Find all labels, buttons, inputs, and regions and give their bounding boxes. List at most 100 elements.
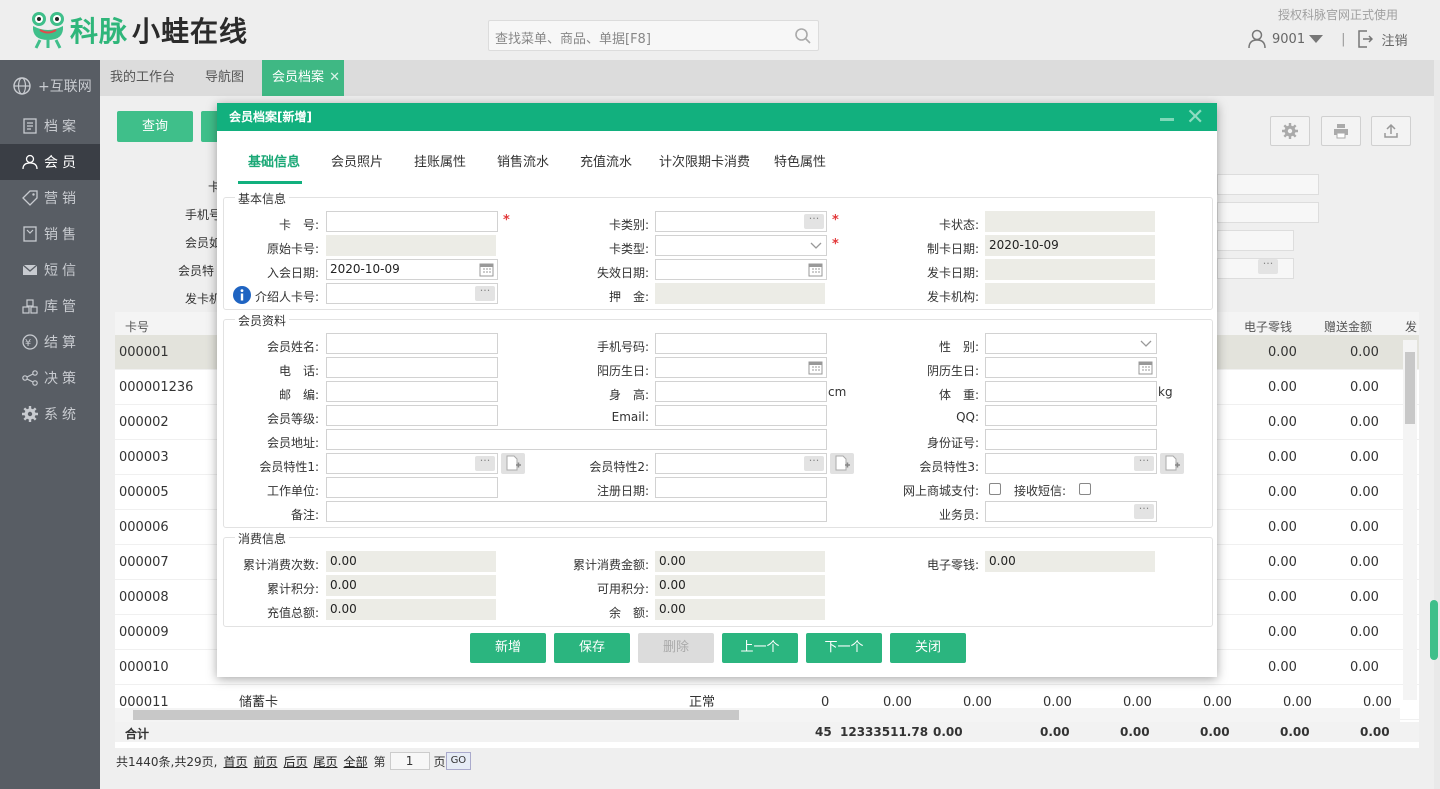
- logout-link[interactable]: 注销: [1381, 30, 1407, 49]
- add-attr3-button[interactable]: [1160, 453, 1184, 474]
- ellipsis-icon[interactable]: ···: [1258, 258, 1278, 274]
- close-icon[interactable]: ✕: [329, 70, 340, 85]
- chevron-down-icon[interactable]: [1309, 35, 1324, 43]
- weight-input[interactable]: [985, 381, 1157, 402]
- export-button[interactable]: [1371, 116, 1411, 146]
- global-search-input[interactable]: 查找菜单、商品、单据[F8]: [488, 20, 819, 51]
- sidebar-item-member[interactable]: 会员: [0, 144, 100, 180]
- logout-icon[interactable]: [1357, 30, 1374, 48]
- mobile-input[interactable]: [655, 333, 827, 354]
- sidebar-item-decision[interactable]: 决策: [0, 360, 100, 396]
- calendar-icon[interactable]: [479, 262, 494, 277]
- save-button[interactable]: 保存: [554, 633, 630, 663]
- pager-next[interactable]: 后页: [283, 753, 307, 770]
- calendar-icon[interactable]: [808, 360, 823, 375]
- tab-basic-info[interactable]: 基础信息: [248, 151, 300, 170]
- vertical-scrollbar[interactable]: [1403, 340, 1417, 700]
- pager-prev[interactable]: 前页: [253, 753, 277, 770]
- label-solar-birthday: 阳历生日:: [596, 364, 649, 378]
- query-button[interactable]: 查询: [117, 111, 193, 142]
- ellipsis-icon[interactable]: ···: [1134, 455, 1154, 471]
- add-button[interactable]: 新增: [470, 633, 546, 663]
- print-button[interactable]: [1321, 116, 1361, 146]
- filter-field-3[interactable]: [1217, 230, 1294, 251]
- ellipsis-icon[interactable]: ···: [804, 213, 824, 229]
- tab-count-card[interactable]: 计次限期卡消费: [659, 151, 750, 170]
- sidebar-item-marketing[interactable]: 营销: [0, 180, 100, 216]
- filter-field-4[interactable]: [1217, 258, 1294, 279]
- sidebar-item-system[interactable]: 系统: [0, 396, 100, 432]
- qq-input[interactable]: [985, 405, 1157, 426]
- member-name-input[interactable]: [326, 333, 498, 354]
- tab-credit-attr[interactable]: 挂账属性: [414, 151, 466, 170]
- attr3-input[interactable]: ···: [985, 453, 1157, 474]
- scroll-thumb[interactable]: [133, 710, 739, 720]
- calendar-icon[interactable]: [808, 262, 823, 277]
- attr2-input[interactable]: ···: [655, 453, 827, 474]
- page-number-input[interactable]: 1: [389, 752, 430, 770]
- height-input[interactable]: [655, 381, 827, 402]
- recv-sms-checkbox[interactable]: [1079, 483, 1091, 495]
- lunar-birthday-input[interactable]: [985, 357, 1157, 378]
- logo[interactable]: 科脉 小蛙在线: [28, 8, 248, 52]
- sidebar-item-inventory[interactable]: 库管: [0, 288, 100, 324]
- filter-date-to-2[interactable]: [1217, 202, 1319, 223]
- ellipsis-icon[interactable]: ···: [1134, 503, 1154, 519]
- remark-input[interactable]: [326, 501, 827, 522]
- prev-button[interactable]: 上一个: [722, 633, 798, 663]
- filter-date-to-1[interactable]: [1217, 174, 1319, 195]
- salesman-input[interactable]: ···: [985, 501, 1157, 522]
- sidebar-item-settlement[interactable]: ¥ 结算: [0, 324, 100, 360]
- card-category-input[interactable]: ···: [655, 211, 827, 232]
- add-attr2-button[interactable]: [830, 453, 854, 474]
- close-icon[interactable]: ✕: [1186, 107, 1204, 129]
- tab-sales-flow[interactable]: 销售流水: [497, 151, 549, 170]
- scroll-thumb[interactable]: [1405, 352, 1415, 424]
- zip-input[interactable]: [326, 381, 498, 402]
- referrer-input[interactable]: ···: [326, 283, 498, 304]
- next-button[interactable]: 下一个: [806, 633, 882, 663]
- calendar-icon[interactable]: [1138, 360, 1153, 375]
- tab-workbench[interactable]: 我的工作台: [100, 60, 185, 96]
- pager-last[interactable]: 尾页: [314, 753, 338, 770]
- sidebar-item-archive[interactable]: 档案: [0, 108, 100, 144]
- sidebar-item-sms[interactable]: 短信: [0, 252, 100, 288]
- card-type-select[interactable]: [655, 235, 827, 256]
- expire-date-input[interactable]: [655, 259, 827, 280]
- user-id[interactable]: 9001: [1272, 32, 1305, 47]
- add-attr1-button[interactable]: [501, 453, 525, 474]
- solar-birthday-input[interactable]: [655, 357, 827, 378]
- tab-member-photo[interactable]: 会员照片: [331, 151, 383, 170]
- pager-all[interactable]: 全部: [344, 753, 368, 770]
- pager-first[interactable]: 首页: [223, 753, 247, 770]
- minimize-icon[interactable]: [1160, 118, 1174, 121]
- reg-date-input[interactable]: [655, 477, 827, 498]
- ellipsis-icon[interactable]: ···: [475, 285, 495, 301]
- ellipsis-icon[interactable]: ···: [475, 455, 495, 471]
- company-input[interactable]: [326, 477, 498, 498]
- close-button[interactable]: 关闭: [890, 633, 966, 663]
- phone-input[interactable]: [326, 357, 498, 378]
- go-button[interactable]: GO: [445, 752, 472, 770]
- address-input[interactable]: [326, 429, 827, 450]
- gender-select[interactable]: [985, 333, 1157, 354]
- sidebar-item-internet[interactable]: +互联网: [0, 68, 100, 104]
- email-input[interactable]: [655, 405, 827, 426]
- page-scroll-indicator[interactable]: [1430, 600, 1438, 660]
- delete-button[interactable]: 删除: [638, 633, 714, 663]
- online-pay-checkbox[interactable]: [989, 483, 1001, 495]
- search-icon[interactable]: [794, 27, 812, 45]
- idcard-input[interactable]: [985, 429, 1157, 450]
- horizontal-scrollbar[interactable]: [115, 708, 1400, 722]
- attr1-input[interactable]: ···: [326, 453, 498, 474]
- join-date-input[interactable]: 2020-10-09: [326, 259, 498, 280]
- tab-special-attr[interactable]: 特色属性: [774, 151, 826, 170]
- sidebar-item-sales[interactable]: 销售: [0, 216, 100, 252]
- card-no-input[interactable]: [326, 211, 498, 232]
- tab-navigation[interactable]: 导航图: [195, 60, 254, 96]
- tab-recharge-flow[interactable]: 充值流水: [580, 151, 632, 170]
- ellipsis-icon[interactable]: ···: [804, 455, 824, 471]
- member-level-input[interactable]: [326, 405, 498, 426]
- settings-button[interactable]: [1270, 116, 1310, 146]
- tab-member-archive[interactable]: 会员档案 ✕: [262, 60, 345, 96]
